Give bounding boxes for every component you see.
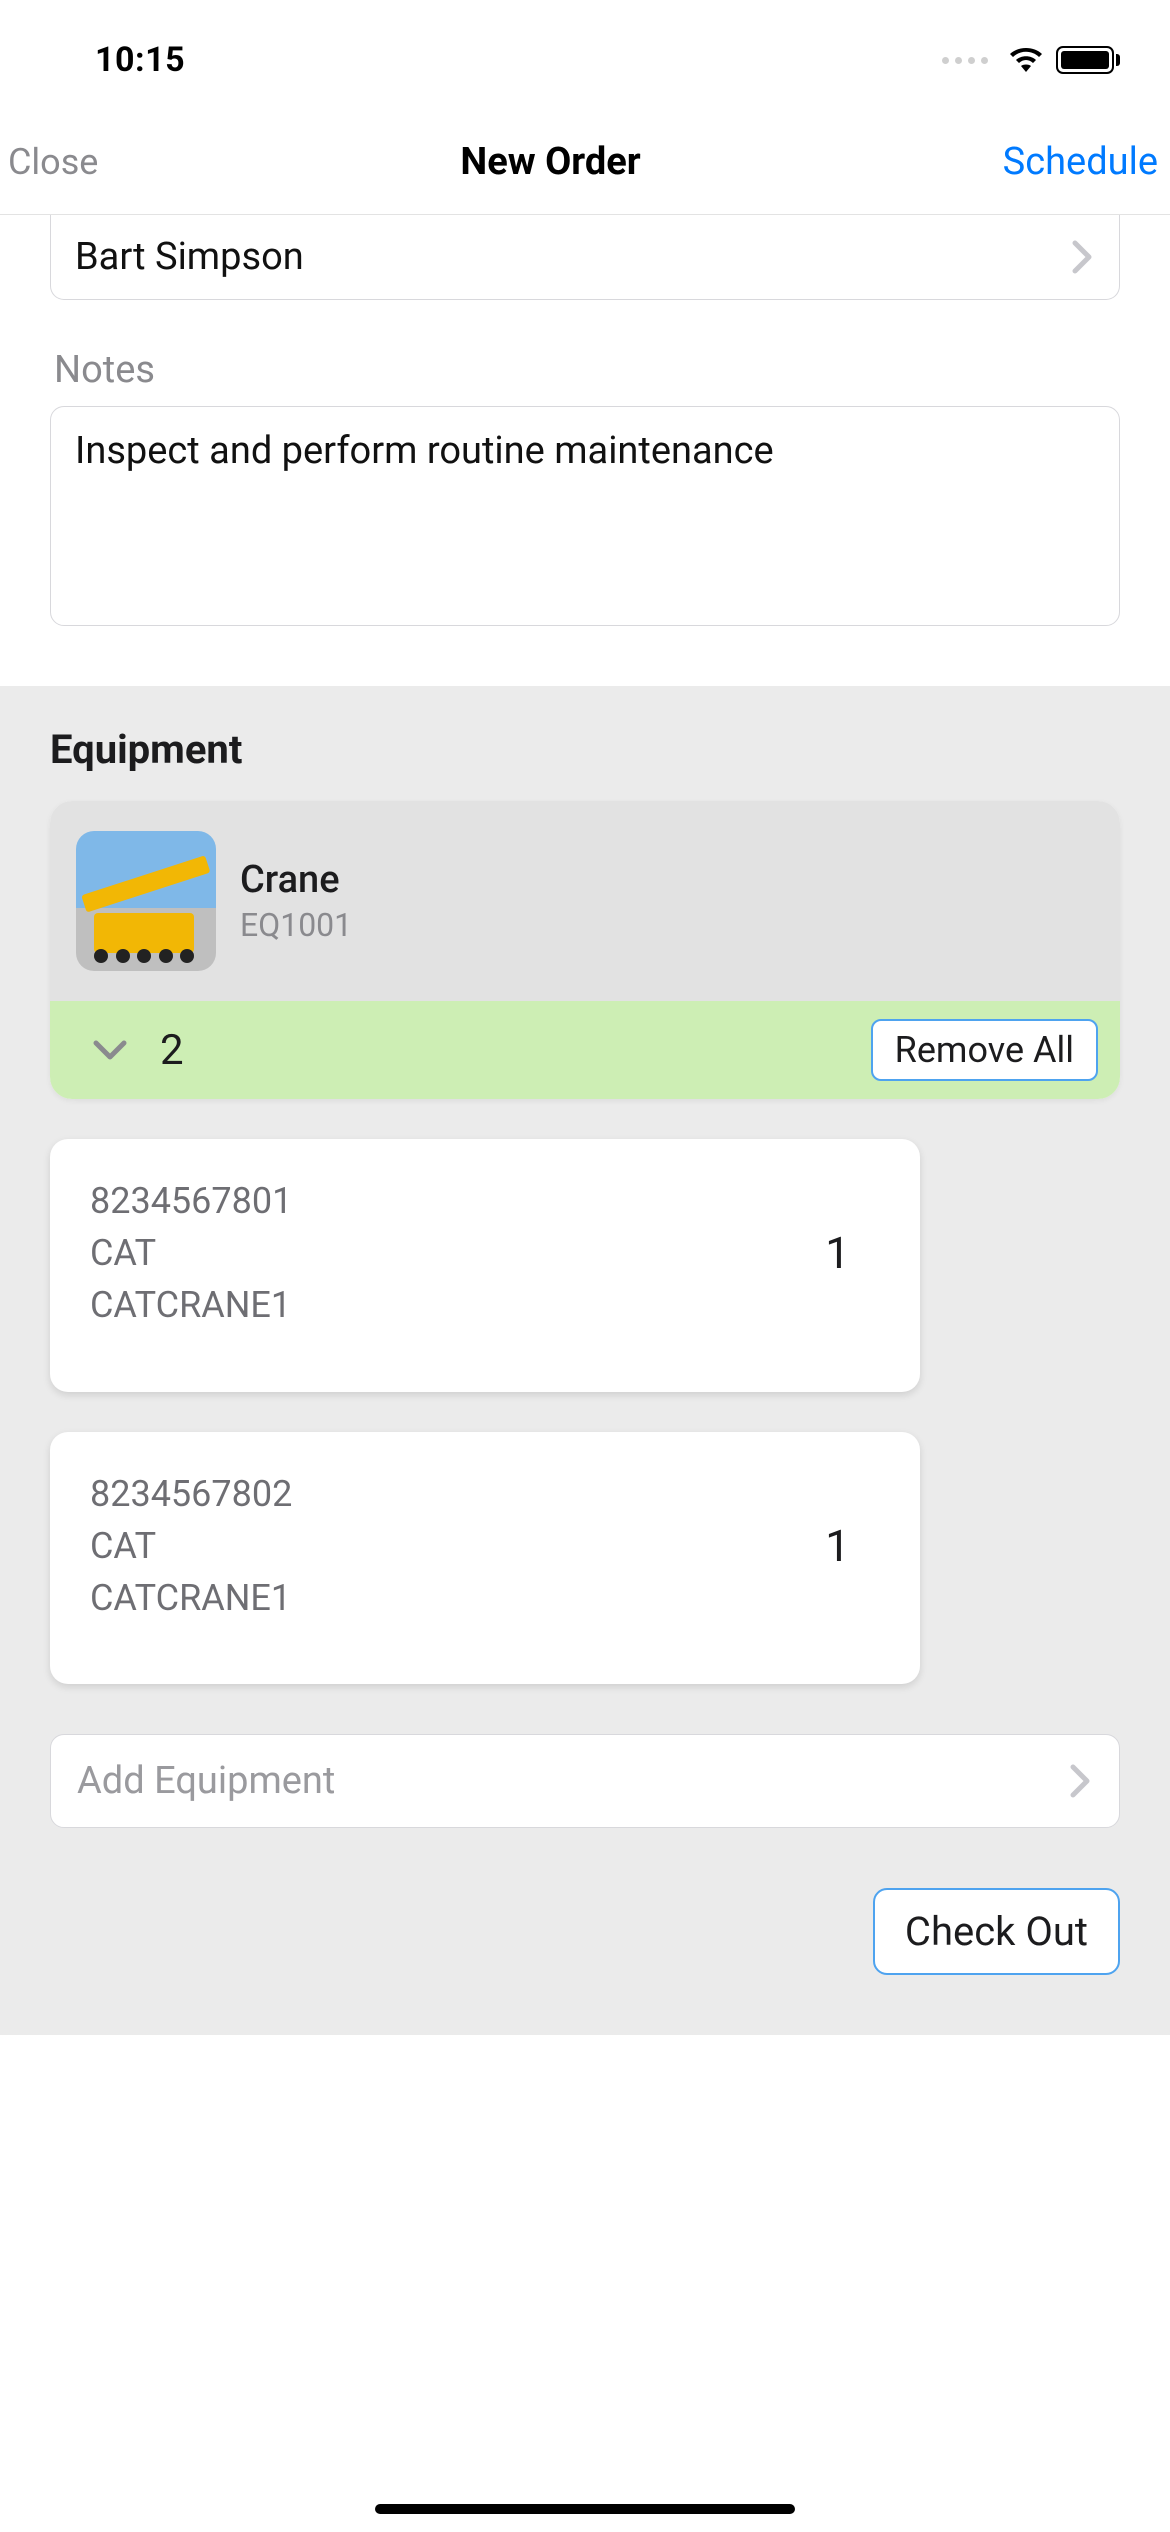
add-equipment-label: Add Equipment (77, 1759, 335, 1803)
chevron-right-icon (1069, 1763, 1093, 1799)
item-qty: 1 (825, 1227, 880, 1279)
item-make: CAT (90, 1520, 292, 1572)
cellular-dots-icon (942, 57, 988, 64)
person-value: Bart Simpson (75, 235, 304, 279)
person-field[interactable]: Bart Simpson (50, 215, 1120, 300)
home-indicator (375, 2504, 795, 2514)
close-button[interactable]: Close (8, 141, 98, 183)
item-serial: 8234567802 (90, 1468, 292, 1520)
form-panel: Bart Simpson Notes Inspect and perform r… (0, 215, 1170, 686)
notes-field[interactable]: Inspect and perform routine maintenance (50, 406, 1120, 626)
item-serial: 8234567801 (90, 1175, 292, 1227)
equipment-count-row: 2 Remove All (50, 1001, 1120, 1099)
item-model: CATCRANE1 (90, 1279, 292, 1331)
check-out-button[interactable]: Check Out (873, 1888, 1120, 1975)
equipment-item[interactable]: 8234567802 CAT CATCRANE1 1 (50, 1432, 920, 1685)
notes-label: Notes (54, 348, 1120, 392)
equipment-count: 2 (160, 1026, 184, 1075)
status-indicators (942, 46, 1120, 74)
nav-bar: Close New Order Schedule (0, 100, 1170, 215)
status-time: 10:15 (95, 40, 185, 80)
item-make: CAT (90, 1227, 292, 1279)
schedule-button[interactable]: Schedule (1003, 140, 1158, 184)
wifi-icon (1008, 46, 1044, 74)
equipment-title: Equipment (50, 726, 1120, 773)
battery-icon (1056, 46, 1120, 74)
remove-all-button[interactable]: Remove All (871, 1019, 1098, 1081)
status-bar: 10:15 (0, 0, 1170, 100)
equipment-code: EQ1001 (240, 906, 352, 944)
equipment-thumbnail (76, 831, 216, 971)
chevron-down-icon[interactable] (90, 1035, 130, 1065)
equipment-item-details: 8234567802 CAT CATCRANE1 (90, 1468, 292, 1625)
equipment-section: Equipment Crane EQ1001 2 Remove All (0, 686, 1170, 1858)
item-qty: 1 (825, 1520, 880, 1572)
chevron-right-icon (1071, 239, 1095, 275)
equipment-item[interactable]: 8234567801 CAT CATCRANE1 1 (50, 1139, 920, 1392)
footer: Check Out (0, 1858, 1170, 2035)
page-title: New Order (460, 140, 640, 184)
equipment-group-card: Crane EQ1001 2 Remove All (50, 801, 1120, 1099)
add-equipment-button[interactable]: Add Equipment (50, 1734, 1120, 1828)
equipment-group-header[interactable]: Crane EQ1001 (50, 801, 1120, 1001)
equipment-name: Crane (240, 858, 352, 902)
equipment-item-details: 8234567801 CAT CATCRANE1 (90, 1175, 292, 1332)
item-model: CATCRANE1 (90, 1572, 292, 1624)
